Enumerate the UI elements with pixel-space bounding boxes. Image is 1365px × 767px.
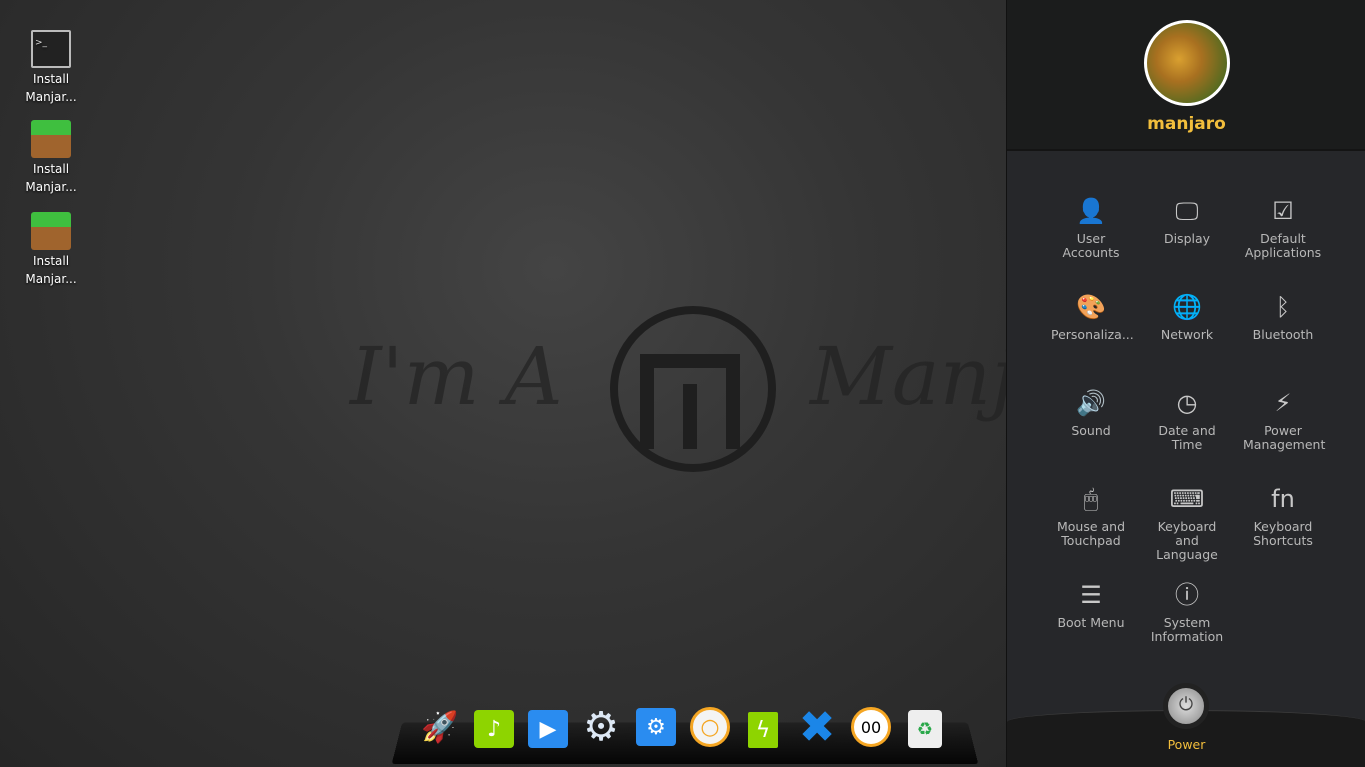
palette-icon: 🎨: [1076, 293, 1106, 321]
speaker-icon: 🔊: [1076, 389, 1106, 417]
desktop-icon-install[interactable]: >_ Install Manjar...: [12, 30, 90, 106]
settings-item-label: Network: [1160, 327, 1214, 342]
power-button[interactable]: ⏻: [1163, 683, 1209, 729]
settings-item-label: Sound: [1071, 423, 1111, 438]
desktop-icon-install[interactable]: Install Manjar...: [12, 120, 90, 196]
battery-icon: ϟ: [755, 717, 771, 743]
package-icon: [31, 120, 71, 158]
volume-knob-icon: ○: [700, 714, 720, 740]
dock-video-button[interactable]: ▶: [528, 710, 568, 748]
monitor-icon: 🖵: [1175, 197, 1199, 225]
settings-item-label: Default Applications: [1244, 231, 1322, 260]
settings-item-label: Mouse and Touchpad: [1056, 519, 1126, 548]
globe-icon: 🌐: [1172, 293, 1202, 321]
terminal-icon: >_: [31, 30, 71, 68]
wallpaper-text: I'm A: [350, 330, 563, 423]
settings-item-personaliza[interactable]: 🎨 Personaliza...: [1043, 292, 1139, 342]
settings-item-label: System Information: [1150, 615, 1224, 644]
package-icon: [31, 212, 71, 250]
settings-item-sound[interactable]: 🔊 Sound: [1043, 388, 1139, 438]
settings-item-label: Keyboard and Language: [1156, 519, 1218, 562]
keyboard-icon: ⌨: [1169, 485, 1205, 513]
clock-icon: 00: [860, 717, 882, 737]
fn-key-icon: fn: [1271, 485, 1295, 513]
settings-item-label: Bluetooth: [1252, 327, 1314, 342]
power-label: Power: [1167, 737, 1206, 752]
gear-icon: ⚙: [583, 704, 619, 750]
settings-item-label: User Accounts: [1062, 231, 1120, 260]
username: manjaro: [1147, 114, 1226, 134]
dock-browser-button[interactable]: ✖: [797, 702, 837, 753]
settings-item-label: Display: [1163, 231, 1211, 246]
info-icon: ⓘ: [1175, 581, 1199, 609]
settings-item-boot-menu[interactable]: ☰ Boot Menu: [1043, 580, 1139, 630]
settings-item-display[interactable]: 🖵 Display: [1139, 196, 1235, 246]
power-icon: ⏻: [1178, 694, 1194, 715]
settings-item-power-management[interactable]: ⚡ Power Management: [1235, 388, 1331, 452]
settings-item-network[interactable]: 🌐 Network: [1139, 292, 1235, 342]
dock-launcher-button[interactable]: 🚀: [420, 706, 460, 748]
desktop-icon-label: Install Manjar...: [25, 162, 77, 194]
clock-icon: ◷: [1176, 389, 1198, 417]
default-apps-icon: ☑: [1272, 197, 1294, 225]
desktop-icon-install[interactable]: Install Manjar...: [12, 212, 90, 288]
rocket-icon: 🚀: [421, 709, 459, 745]
dock-volume-button[interactable]: ○: [690, 707, 730, 747]
settings-item-label: Keyboard Shortcuts: [1253, 519, 1313, 548]
settings-item-default-applications[interactable]: ☑ Default Applications: [1235, 196, 1331, 260]
bluetooth-icon: ᛒ: [1275, 293, 1291, 321]
system-settings-panel: manjaro 👤 User Accounts 🖵 Display ☑ Default A…: [1006, 0, 1365, 767]
browser-icon: ✖: [798, 701, 836, 753]
desktop-icon-label: Install Manjar...: [25, 254, 77, 286]
settings-item-label: Personaliza...: [1051, 327, 1134, 342]
manjaro-logo: [610, 306, 776, 472]
dock-control-center-button[interactable]: ⚙: [636, 708, 676, 746]
boot-menu-icon: ☰: [1080, 581, 1102, 609]
trash-icon: ♻: [916, 718, 934, 740]
settings-item-user-accounts[interactable]: 👤 User Accounts: [1043, 196, 1139, 260]
settings-item-date-and-time[interactable]: ◷ Date and Time: [1139, 388, 1235, 452]
control-center-icon: ⚙: [646, 714, 666, 740]
settings-item-bluetooth[interactable]: ᛒ Bluetooth: [1235, 292, 1331, 342]
settings-item-label: Boot Menu: [1057, 615, 1125, 630]
settings-item-mouse-and-touchpad[interactable]: 🖱 Mouse and Touchpad: [1043, 484, 1139, 548]
settings-item-keyboard-shortcuts[interactable]: fn Keyboard Shortcuts: [1235, 484, 1331, 548]
battery-icon: ⚡: [1274, 389, 1292, 417]
music-icon: ♪: [486, 716, 502, 742]
dock-music-button[interactable]: ♪: [474, 710, 514, 748]
video-icon: ▶: [539, 716, 557, 742]
dock-trash-button[interactable]: ♻: [908, 710, 942, 748]
settings-item-label: Power Management: [1243, 423, 1326, 452]
settings-item-label: Date and Time: [1158, 423, 1216, 452]
mouse-icon: 🖱: [1083, 485, 1099, 513]
desktop: I'm A Manja: [0, 0, 1064, 767]
dock-clock-button[interactable]: 00: [851, 707, 891, 747]
user-icon: 👤: [1076, 197, 1106, 225]
dock-settings-button[interactable]: ⚙: [581, 704, 621, 750]
dock-power-button[interactable]: ϟ: [748, 712, 778, 748]
settings-item-system-information[interactable]: ⓘ System Information: [1139, 580, 1235, 644]
desktop-icon-label: Install Manjar...: [25, 72, 77, 104]
avatar[interactable]: [1144, 20, 1230, 106]
settings-item-keyboard-and-language[interactable]: ⌨ Keyboard and Language: [1139, 484, 1235, 562]
